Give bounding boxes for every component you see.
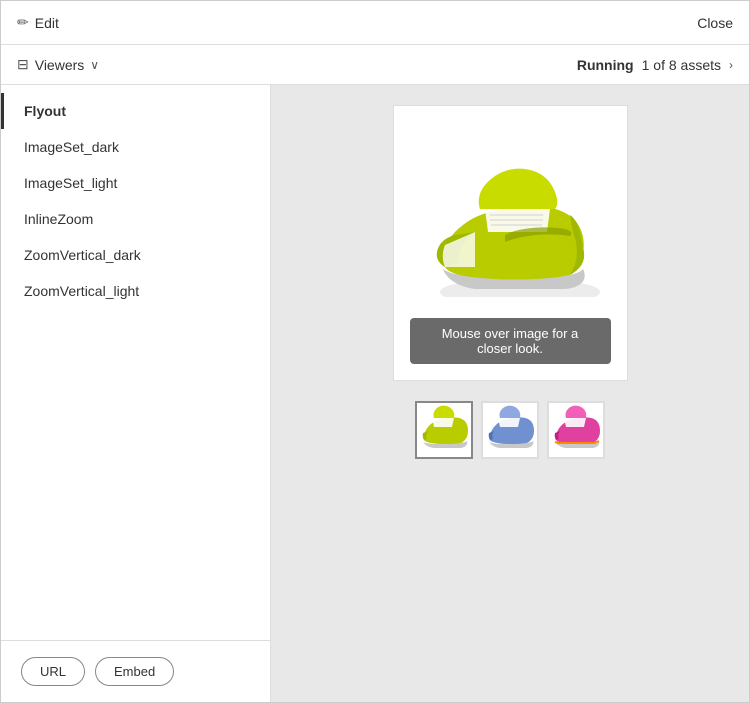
running-status: Running bbox=[577, 57, 634, 73]
sidebar-item-label: ZoomVertical_light bbox=[24, 283, 139, 299]
thumbnails-row bbox=[415, 401, 605, 459]
viewers-icon: ⊟ bbox=[17, 56, 29, 73]
tooltip-text: Mouse over image for a closer look. bbox=[442, 326, 579, 356]
edit-icon: ✏ bbox=[17, 14, 29, 31]
sidebar-item-inlinezoom[interactable]: InlineZoom bbox=[1, 201, 270, 237]
sidebar-item-label: InlineZoom bbox=[24, 211, 93, 227]
toolbar: ⊟ Viewers ∨ Running 1 of 8 assets › bbox=[1, 45, 749, 85]
sidebar: Flyout ImageSet_dark ImageSet_light Inli… bbox=[1, 85, 271, 702]
main-content: Flyout ImageSet_dark ImageSet_light Inli… bbox=[1, 85, 749, 702]
shoe-image-svg bbox=[415, 127, 605, 297]
header-title: Edit bbox=[35, 15, 59, 31]
status-group: Running 1 of 8 assets › bbox=[577, 57, 733, 73]
sidebar-items-list: Flyout ImageSet_dark ImageSet_light Inli… bbox=[1, 85, 270, 640]
sidebar-item-label: ZoomVertical_dark bbox=[24, 247, 141, 263]
thumb-shoe-3 bbox=[551, 405, 601, 455]
sidebar-item-zoomvertical-light[interactable]: ZoomVertical_light bbox=[1, 273, 270, 309]
main-image-panel: Mouse over image for a closer look. bbox=[393, 105, 628, 381]
header-left: ✏ Edit bbox=[17, 14, 59, 31]
thumbnail-2[interactable] bbox=[481, 401, 539, 459]
assets-count: 1 of 8 assets bbox=[642, 57, 721, 73]
viewers-label: Viewers bbox=[35, 57, 85, 73]
thumbnail-1[interactable] bbox=[415, 401, 473, 459]
thumbnail-3[interactable] bbox=[547, 401, 605, 459]
next-asset-button[interactable]: › bbox=[729, 58, 733, 72]
thumb-shoe-1 bbox=[419, 405, 469, 455]
app-container: ✏ Edit Close ⊟ Viewers ∨ Running 1 of 8 … bbox=[0, 0, 750, 703]
sidebar-footer: URL Embed bbox=[1, 640, 270, 702]
embed-button[interactable]: Embed bbox=[95, 657, 174, 686]
sidebar-item-label: Flyout bbox=[24, 103, 66, 119]
sidebar-item-flyout[interactable]: Flyout bbox=[1, 93, 270, 129]
thumb-shoe-2 bbox=[485, 405, 535, 455]
header: ✏ Edit Close bbox=[1, 1, 749, 45]
sidebar-item-imageset-light[interactable]: ImageSet_light bbox=[1, 165, 270, 201]
chevron-down-icon: ∨ bbox=[90, 58, 99, 72]
url-button[interactable]: URL bbox=[21, 657, 85, 686]
main-shoe-image bbox=[415, 122, 605, 302]
tooltip-box: Mouse over image for a closer look. bbox=[410, 318, 611, 364]
sidebar-item-zoomvertical-dark[interactable]: ZoomVertical_dark bbox=[1, 237, 270, 273]
viewers-group[interactable]: ⊟ Viewers ∨ bbox=[17, 56, 99, 73]
sidebar-item-label: ImageSet_dark bbox=[24, 139, 119, 155]
sidebar-item-label: ImageSet_light bbox=[24, 175, 117, 191]
close-button[interactable]: Close bbox=[697, 15, 733, 31]
preview-area: Mouse over image for a closer look. bbox=[271, 85, 749, 702]
sidebar-item-imageset-dark[interactable]: ImageSet_dark bbox=[1, 129, 270, 165]
